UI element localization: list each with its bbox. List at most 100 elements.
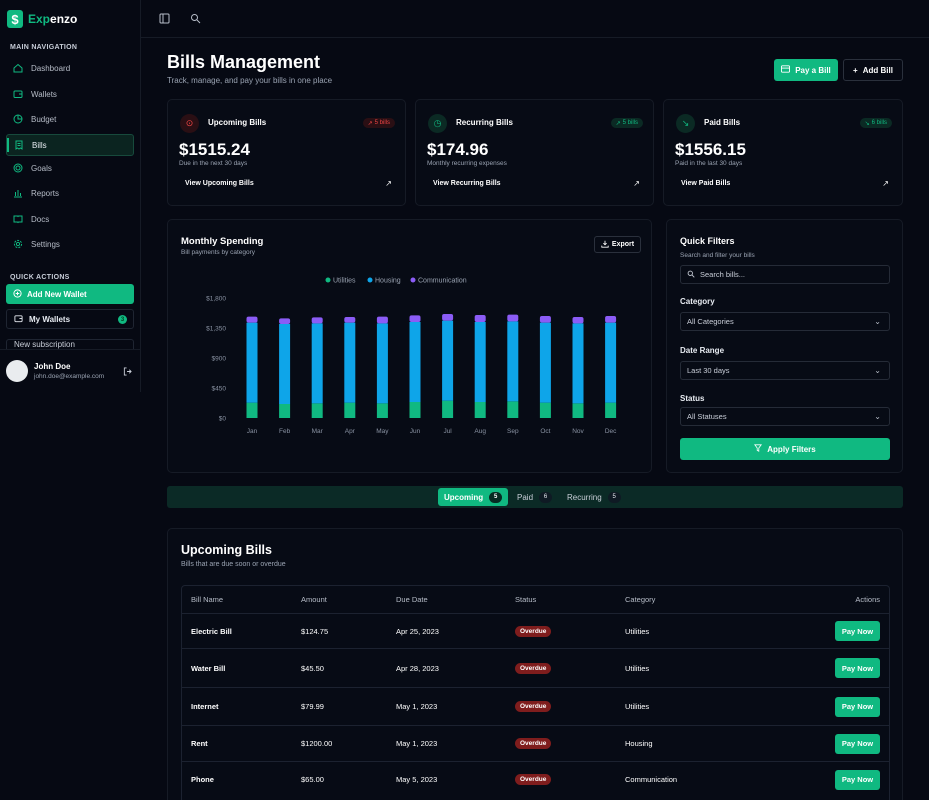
wallet-icon — [13, 89, 23, 99]
add-bill-button[interactable]: + Add Bill — [843, 59, 903, 81]
bar-housing — [311, 323, 323, 404]
actions-cell: Pay Now — [835, 726, 880, 761]
sidebar-item-dashboard[interactable]: Dashboard — [6, 57, 134, 79]
bar-communication — [246, 316, 258, 323]
card-description: Paid in the last 30 days — [675, 160, 743, 167]
search-bills-input[interactable]: Search bills... — [680, 265, 890, 284]
bar-communication — [279, 318, 291, 324]
actions-cell: Pay Now — [835, 688, 880, 725]
sidebar-toggle-icon[interactable] — [159, 13, 171, 25]
filters-title: Quick Filters — [680, 236, 735, 246]
apply-filters-button[interactable]: Apply Filters — [680, 438, 890, 460]
app-logo[interactable]: $ Expenzo — [7, 10, 77, 28]
user-name: John Doe — [34, 362, 71, 371]
avatar — [6, 360, 28, 382]
pay-bill-button[interactable]: Pay a Bill — [774, 59, 838, 81]
actions-cell: Pay Now — [835, 762, 880, 797]
status-select[interactable]: All Statuses ⌄ — [680, 407, 890, 426]
bar-utilities — [605, 402, 617, 418]
pay-now-button[interactable]: Pay Now — [835, 769, 880, 790]
x-tick-label: Jan — [247, 428, 258, 435]
pay-now-button[interactable]: Pay Now — [835, 621, 880, 641]
date-range-label: Date Range — [680, 346, 725, 355]
user-email: john.doe@example.com — [34, 373, 105, 380]
bar-utilities — [442, 400, 454, 418]
sidebar-item-bills[interactable]: Bills — [6, 134, 134, 156]
view-upcoming-bills-link[interactable]: View Upcoming Bills — [185, 180, 254, 187]
monthly-spending-panel: Monthly Spending Bill payments by catego… — [167, 219, 652, 473]
search-icon[interactable] — [190, 13, 202, 25]
pie-icon — [13, 114, 23, 124]
app-name: Expenzo — [28, 12, 78, 26]
partial-quick-action[interactable]: New subscription — [6, 339, 134, 349]
tab-paid[interactable]: Paid 6 — [511, 488, 558, 506]
bill-name-cell: Water Bill — [191, 663, 226, 673]
bar-utilities — [344, 402, 356, 418]
status-cell: Overdue — [515, 762, 552, 797]
arrow-up-right-icon[interactable]: ↗ — [882, 179, 889, 188]
alert-circle-icon: ⊙ — [180, 114, 199, 133]
view-paid-bills-link[interactable]: View Paid Bills — [681, 180, 730, 187]
due-date-cell: May 5, 2023 — [396, 775, 438, 784]
status-badge: Overdue — [515, 625, 552, 637]
bill-name-cell: Electric Bill — [191, 626, 232, 636]
quick-actions-title: QUICK ACTIONS — [10, 274, 70, 281]
y-tick-label: $0 — [219, 416, 227, 423]
bar-housing — [572, 323, 584, 404]
sidebar-item-settings[interactable]: Settings — [6, 233, 134, 255]
arrow-up-right-icon[interactable]: ↗ — [385, 179, 392, 188]
add-wallet-button[interactable]: Add New Wallet — [6, 284, 134, 304]
sidebar-item-wallets[interactable]: Wallets — [6, 83, 134, 105]
legend-swatch — [367, 277, 373, 283]
category-select[interactable]: All Categories ⌄ — [680, 312, 890, 331]
bill-count-badge: ↘ 6 bills — [859, 118, 892, 128]
header-status[interactable]: Status — [515, 586, 536, 613]
y-tick-label: $900 — [212, 356, 227, 363]
pay-now-button[interactable]: Pay Now — [835, 658, 880, 678]
x-tick-label: May — [376, 428, 389, 435]
chevron-down-icon: ⌄ — [874, 412, 881, 421]
category-label: Category — [680, 297, 715, 306]
sidebar-item-goals[interactable]: Goals — [6, 157, 134, 179]
chevron-down-icon: ⌄ — [874, 366, 881, 375]
due-date-cell: May 1, 2023 — [396, 702, 438, 711]
sidebar-item-reports[interactable]: Reports — [6, 182, 134, 204]
date-range-select[interactable]: Last 30 days ⌄ — [680, 361, 890, 380]
tab-upcoming[interactable]: Upcoming 5 — [438, 488, 509, 506]
bar-communication — [409, 315, 421, 322]
sidebar-item-budget[interactable]: Budget — [6, 108, 134, 130]
table-row: Electric Bill $124.75 Apr 25, 2023 Utilitie… — [182, 613, 889, 648]
legend-label: Communication — [418, 278, 467, 285]
header-bill-name[interactable]: Bill Name — [191, 586, 223, 613]
wallet-icon — [14, 314, 23, 325]
x-tick-label: Feb — [279, 428, 291, 435]
x-tick-label: Nov — [572, 428, 584, 435]
amount-cell: $1200.00 — [301, 739, 333, 748]
pay-now-button[interactable]: Pay Now — [835, 696, 880, 717]
pay-now-button[interactable]: Pay Now — [835, 733, 880, 754]
tab-count-badge: 5 — [607, 491, 621, 503]
my-wallets-button[interactable]: My Wallets 3 — [6, 309, 134, 329]
user-profile[interactable]: John Doe john.doe@example.com — [0, 349, 141, 392]
header-amount[interactable]: Amount — [301, 586, 327, 613]
tab-recurring[interactable]: Recurring 5 — [561, 488, 627, 506]
legend-label: Housing — [375, 278, 401, 285]
card-amount: $1556.15 — [675, 140, 746, 159]
view-recurring-bills-link[interactable]: View Recurring Bills — [433, 180, 501, 187]
tab-count-badge: 6 — [539, 491, 553, 503]
home-icon — [13, 63, 23, 73]
sidebar-item-docs[interactable]: Docs — [6, 208, 134, 230]
bar-communication — [376, 316, 388, 324]
header-due-date[interactable]: Due Date — [396, 586, 428, 613]
header-category[interactable]: Category — [625, 586, 655, 613]
arrow-up-right-icon[interactable]: ↗ — [633, 179, 640, 188]
x-tick-label: Mar — [312, 428, 324, 435]
bar-utilities — [311, 403, 323, 418]
card-amount: $1515.24 — [179, 140, 250, 159]
bar-communication — [474, 315, 486, 322]
due-date-cell: May 1, 2023 — [396, 739, 438, 748]
plus-circle-icon — [13, 288, 22, 300]
x-tick-label: Oct — [540, 428, 550, 435]
logout-icon[interactable] — [123, 367, 132, 376]
bar-housing — [442, 320, 454, 401]
